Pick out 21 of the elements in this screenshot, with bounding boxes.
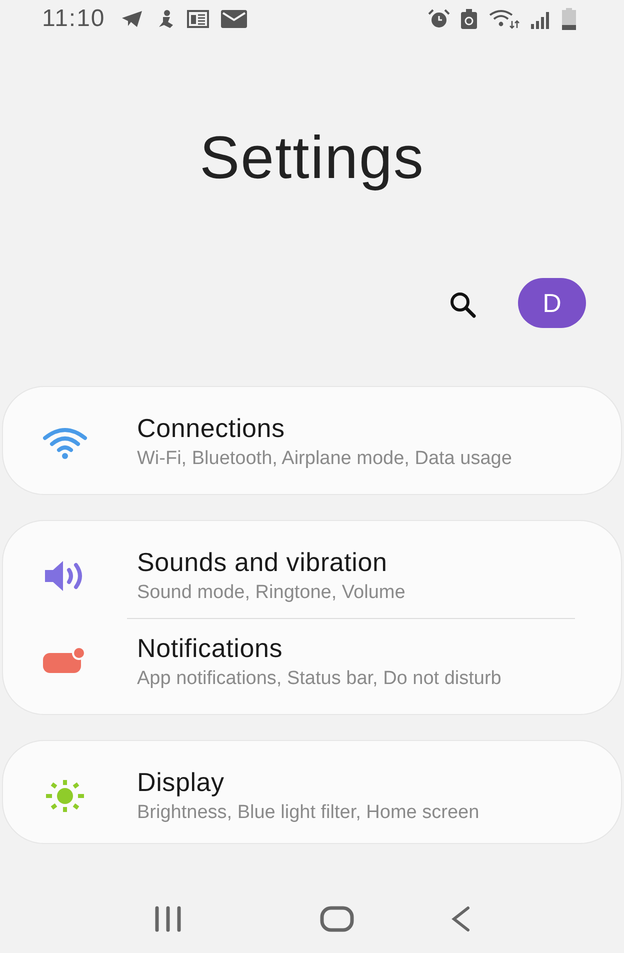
home-icon[interactable] [320,906,354,932]
paper-plane-icon [121,10,144,28]
wifi-icon [488,9,520,29]
setting-description: Brightness, Blue light filter, Home screen [137,802,480,824]
profile-avatar[interactable]: D [518,278,586,328]
alarm-clock-icon [428,9,450,29]
setting-description: App notifications, Status bar, Do not disturb [137,668,502,690]
mail-icon [221,10,248,28]
page-title: Settings [200,122,424,192]
setting-title[interactable]: Connections [137,413,567,444]
setting-title[interactable]: Notifications [137,633,567,664]
setting-title[interactable]: Display [137,767,567,798]
clock-time: 11:10 [42,5,106,33]
setting-title[interactable]: Sounds and vibration [137,547,567,578]
battery-icon [562,8,576,30]
back-icon[interactable] [450,906,472,932]
newspaper-icon [187,10,210,28]
signal-icon [530,9,552,29]
setting-description: Wi-Fi, Bluetooth, Airplane mode, Data usage [137,448,513,470]
setting-description: Sound mode, Ringtone, Volume [137,582,406,604]
battery-saver-icon [460,9,478,29]
